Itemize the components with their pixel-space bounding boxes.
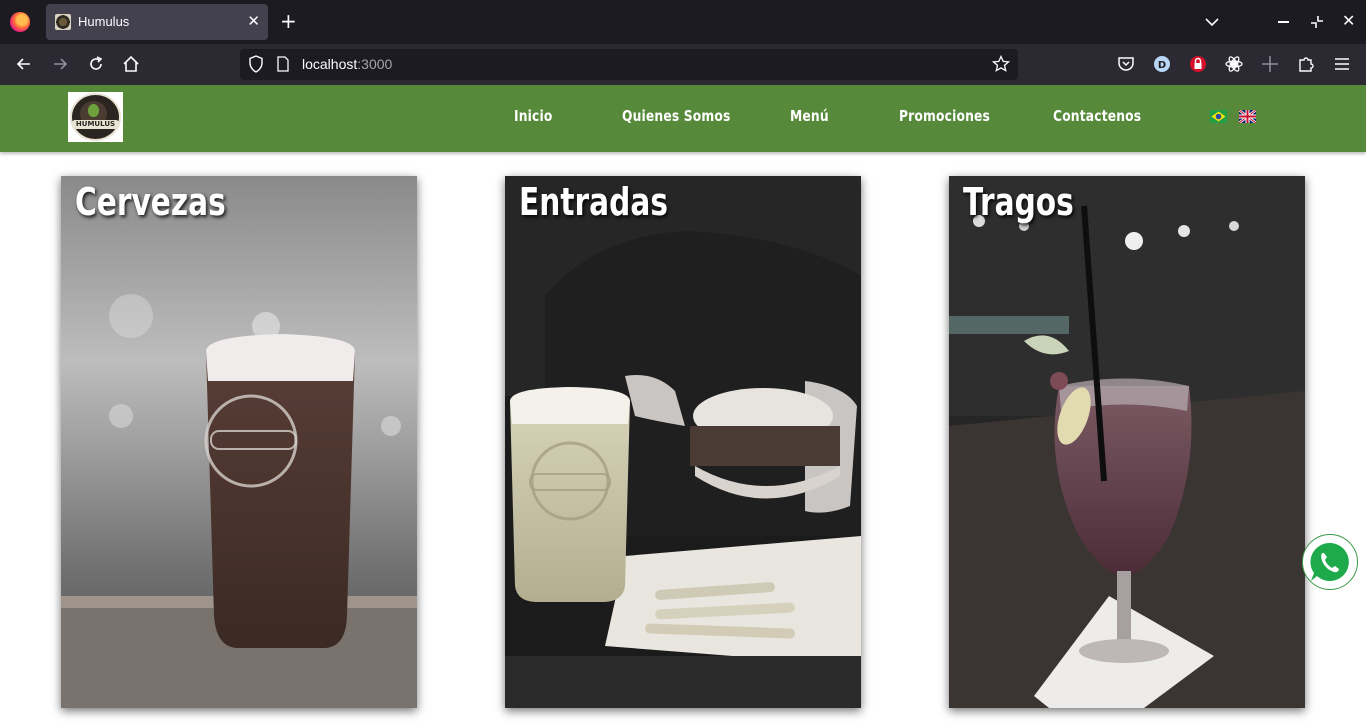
- site-logo[interactable]: HUMULUS: [68, 92, 123, 142]
- card-title: Cervezas: [75, 180, 226, 224]
- menu-icon[interactable]: [1332, 54, 1352, 74]
- browser-tab[interactable]: Humulus ✕: [46, 4, 268, 40]
- category-card-tragos[interactable]: Tragos: [949, 176, 1305, 708]
- forward-icon[interactable]: [50, 54, 70, 74]
- nav-link-inicio[interactable]: Inicio: [514, 107, 553, 125]
- new-tab-button[interactable]: +: [280, 10, 297, 32]
- lock-extension-icon[interactable]: [1188, 54, 1208, 74]
- site-header: HUMULUS Inicio Quienes Somos Menú Promoc…: [0, 85, 1366, 152]
- close-window-icon[interactable]: ✕: [1342, 12, 1355, 30]
- category-card-cervezas[interactable]: Cervezas: [61, 176, 417, 708]
- cocktail-photo: [949, 176, 1305, 708]
- svg-text:D: D: [1158, 60, 1166, 71]
- card-title: Entradas: [519, 180, 669, 224]
- shield-icon[interactable]: [248, 55, 264, 73]
- bookmark-star-icon[interactable]: [992, 55, 1010, 73]
- extension-plus-icon[interactable]: [1260, 54, 1280, 74]
- pocket-icon[interactable]: [1116, 54, 1136, 74]
- page-icon[interactable]: [276, 56, 290, 72]
- nav-link-quienes-somos[interactable]: Quienes Somos: [622, 107, 731, 125]
- url-text[interactable]: localhost:3000: [302, 56, 392, 72]
- hop-icon: [88, 104, 99, 117]
- url-bar[interactable]: localhost:3000: [240, 49, 1018, 80]
- browser-tab-bar: Humulus ✕ + ✕: [0, 0, 1366, 44]
- nav-link-promociones[interactable]: Promociones: [899, 107, 990, 125]
- home-icon[interactable]: [121, 54, 141, 74]
- minimize-icon[interactable]: [1278, 21, 1289, 23]
- card-title: Tragos: [963, 180, 1074, 224]
- nav-link-menu[interactable]: Menú: [790, 107, 829, 125]
- burger-photo: [505, 176, 861, 708]
- extensions-icon[interactable]: [1296, 54, 1316, 74]
- extension-gear-icon[interactable]: [1224, 54, 1244, 74]
- reload-icon[interactable]: [86, 54, 106, 74]
- tab-favicon-icon: [55, 14, 71, 30]
- nav-link-contactenos[interactable]: Contactenos: [1053, 107, 1141, 125]
- brazil-flag-icon[interactable]: [1210, 110, 1227, 123]
- whatsapp-icon: [1310, 542, 1349, 581]
- tab-title: Humulus: [78, 14, 130, 29]
- account-icon[interactable]: D: [1152, 54, 1172, 74]
- back-icon[interactable]: [14, 54, 34, 74]
- uk-flag-icon[interactable]: [1239, 110, 1256, 123]
- restore-icon[interactable]: [1309, 14, 1325, 30]
- firefox-icon: [10, 12, 30, 32]
- whatsapp-button[interactable]: [1302, 534, 1358, 590]
- tab-close-icon[interactable]: ✕: [247, 13, 260, 29]
- category-card-entradas[interactable]: Entradas: [505, 176, 861, 708]
- chevron-down-icon[interactable]: [1202, 12, 1222, 32]
- logo-text: HUMULUS: [72, 120, 119, 129]
- beer-photo: [61, 176, 417, 708]
